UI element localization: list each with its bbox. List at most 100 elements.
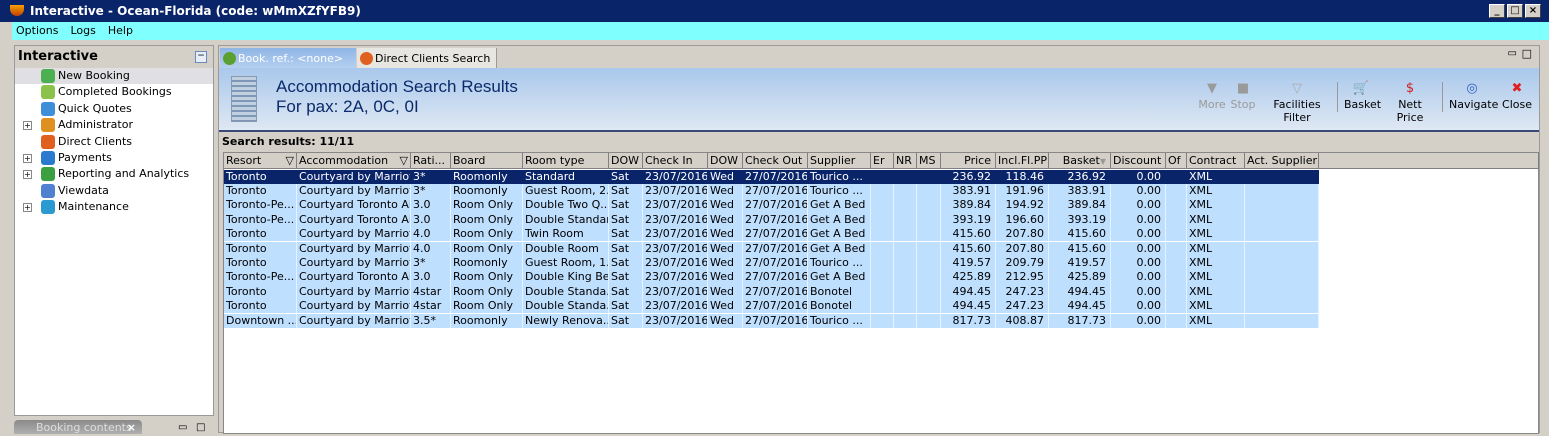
tab-booking-contents[interactable]: Booking contents × [14, 420, 142, 434]
facilities-filter-button[interactable]: ▽ Facilities Filter [1262, 80, 1332, 124]
sidebar-item-viewdata[interactable]: Viewdata [15, 183, 213, 199]
cell-text: 194.92 [1005, 198, 1045, 212]
expand-icon[interactable]: + [23, 153, 32, 163]
sidebar-item-new-booking[interactable]: New Booking [15, 68, 213, 85]
column-header[interactable]: Supplier [808, 153, 871, 169]
tab-direct-clients-search[interactable]: Direct Clients Search [357, 48, 497, 69]
collapse-all-icon[interactable]: − [195, 51, 207, 63]
table-cell: 247.23 [996, 284, 1049, 300]
cell-text: 0.00 [1136, 284, 1162, 298]
table-cell: 494.45 [941, 284, 996, 300]
cell-text: Double Standard [525, 212, 609, 226]
table-row[interactable]: Toronto Courtyard by Marriot...3* Roomonly… [224, 183, 1319, 199]
close-button[interactable]: ✖ Close [1502, 80, 1532, 111]
table-cell [1245, 299, 1319, 314]
table-cell: Get A Bed [808, 241, 871, 256]
cell-text: 3.0 [413, 212, 431, 226]
sidebar-item-reporting-and-analytics[interactable]: + Reporting and Analytics [15, 166, 213, 182]
minimize-button[interactable]: _ [1489, 4, 1505, 18]
expand-icon[interactable]: + [23, 121, 32, 131]
nett-price-button[interactable]: $ Nett Price [1385, 80, 1435, 124]
sidebar-item-quick-quotes[interactable]: Quick Quotes [15, 101, 213, 117]
expand-icon[interactable]: + [23, 203, 32, 213]
table-row[interactable]: Toronto Courtyard by Marriot...4.0 Room On… [224, 227, 1319, 242]
maximize-view-icon[interactable]: □ [1522, 47, 1532, 60]
column-header[interactable]: Basket▼ [1049, 153, 1111, 169]
column-header[interactable]: DOW [609, 153, 643, 169]
table-row[interactable]: Toronto Courtyard by Marriot...3* Roomonly… [224, 169, 1319, 184]
column-header[interactable]: Board [451, 153, 523, 169]
column-header[interactable]: Check Out [743, 153, 808, 169]
cell-text: 247.23 [1005, 284, 1045, 298]
column-header[interactable]: DOW [708, 153, 743, 169]
table-row[interactable]: Toronto Courtyard by Marriot...4star Room … [224, 299, 1319, 314]
close-window-button[interactable]: × [1525, 4, 1541, 18]
column-header[interactable]: Price [941, 153, 996, 169]
column-header[interactable]: Incl.Fl.PP [996, 153, 1049, 169]
column-header[interactable]: Room type [523, 153, 609, 169]
stop-button[interactable]: ■ Stop [1229, 80, 1257, 111]
close-tab-icon[interactable]: × [127, 420, 136, 436]
column-header[interactable]: Er [871, 153, 894, 169]
minimize-view-icon[interactable]: ▭ [178, 422, 187, 433]
table-cell: 389.84 [1049, 198, 1111, 213]
sidebar-item-completed-bookings[interactable]: Completed Bookings [15, 84, 213, 100]
table-row[interactable]: Toronto Courtyard by Marriot...4star Room … [224, 284, 1319, 300]
cell-text: 4.0 [413, 241, 431, 255]
table-row[interactable]: Toronto Courtyard by Marriot...3* Roomonly… [224, 255, 1319, 271]
menu-options[interactable]: Options [16, 22, 58, 40]
maximize-view-icon[interactable]: □ [196, 422, 205, 433]
more-button[interactable]: ▼ More [1197, 80, 1227, 111]
column-header[interactable]: Resort ▽ [224, 153, 297, 169]
cell-text: 0.00 [1136, 255, 1162, 269]
cell-text: Basket [1062, 154, 1100, 167]
column-header[interactable]: Check In [643, 153, 708, 169]
sidebar-item-maintenance[interactable]: + Maintenance [15, 199, 213, 215]
column-header[interactable]: Act. Supplier [1245, 153, 1319, 169]
table-cell: Toronto [224, 169, 297, 184]
column-header[interactable]: Of [1166, 153, 1187, 169]
table-cell: XML [1187, 313, 1245, 328]
cell-text: Rati... [413, 154, 446, 167]
minimize-view-icon[interactable]: ▭ [1508, 48, 1517, 59]
cell-text: Check In [645, 154, 693, 167]
filter-icon[interactable]: ▽ [400, 153, 408, 168]
basket-button[interactable]: 🛒 Basket [1344, 80, 1381, 111]
cell-text: Courtyard by Marriot... [299, 241, 410, 255]
column-header[interactable]: Accommodation ▽ [297, 153, 411, 169]
tab-booking-ref[interactable]: Book. ref.: <none> × [220, 48, 356, 86]
filter-icon[interactable]: ▽ [286, 153, 294, 168]
table-row[interactable]: Toronto Courtyard by Marriot...4.0 Room On… [224, 241, 1319, 256]
cell-text: Sat [611, 198, 630, 212]
table-row[interactable]: Toronto-Pe... Courtyard Toronto Ai... 3.0 R… [224, 198, 1319, 213]
sidebar-item-payments[interactable]: + Payments [15, 150, 213, 166]
table-cell: Toronto-Pe... [224, 198, 297, 213]
column-header[interactable]: NR [894, 153, 917, 169]
table-row[interactable]: Toronto-Pe... Courtyard Toronto Ai... 3.0 R… [224, 270, 1319, 285]
cell-text: Sat [611, 241, 630, 255]
navigate-button[interactable]: ◎ Navigate [1449, 80, 1498, 111]
table-cell: 27/07/2016 [743, 227, 808, 242]
table-row[interactable]: Downtown ...Courtyard by Marriot...3.5* R… [224, 313, 1319, 328]
cell-text: XML [1189, 183, 1213, 197]
table-row[interactable]: Toronto-Pe... Courtyard Toronto Ai... 3.0 R… [224, 212, 1319, 228]
column-header[interactable]: MS [917, 153, 941, 169]
sidebar-item-administrator[interactable]: + Administrator [15, 117, 213, 133]
menu-help[interactable]: Help [108, 22, 133, 40]
table-cell [1245, 255, 1319, 271]
column-header[interactable]: Rati... [411, 153, 451, 169]
sidebar-item-label: Maintenance [58, 200, 129, 214]
cell-text: 3.5* [413, 313, 436, 327]
expand-icon[interactable]: + [23, 170, 32, 180]
column-header[interactable]: Contract [1187, 153, 1245, 169]
table-cell: Double Standa... [523, 299, 609, 314]
sidebar-item-direct-clients[interactable]: Direct Clients [15, 134, 213, 150]
column-header[interactable]: Discount [1111, 153, 1166, 169]
cell-text: Courtyard Toronto Ai... [299, 270, 411, 284]
cell-text: Roomonly [453, 169, 508, 183]
table-cell [917, 313, 941, 328]
maximize-button[interactable]: □ [1507, 4, 1523, 18]
cell-text: Roomonly [453, 255, 508, 269]
menu-logs[interactable]: Logs [70, 22, 95, 40]
table-header[interactable]: Resort ▽ Accommodation ▽ Rati... Board Room ty… [224, 153, 1539, 169]
